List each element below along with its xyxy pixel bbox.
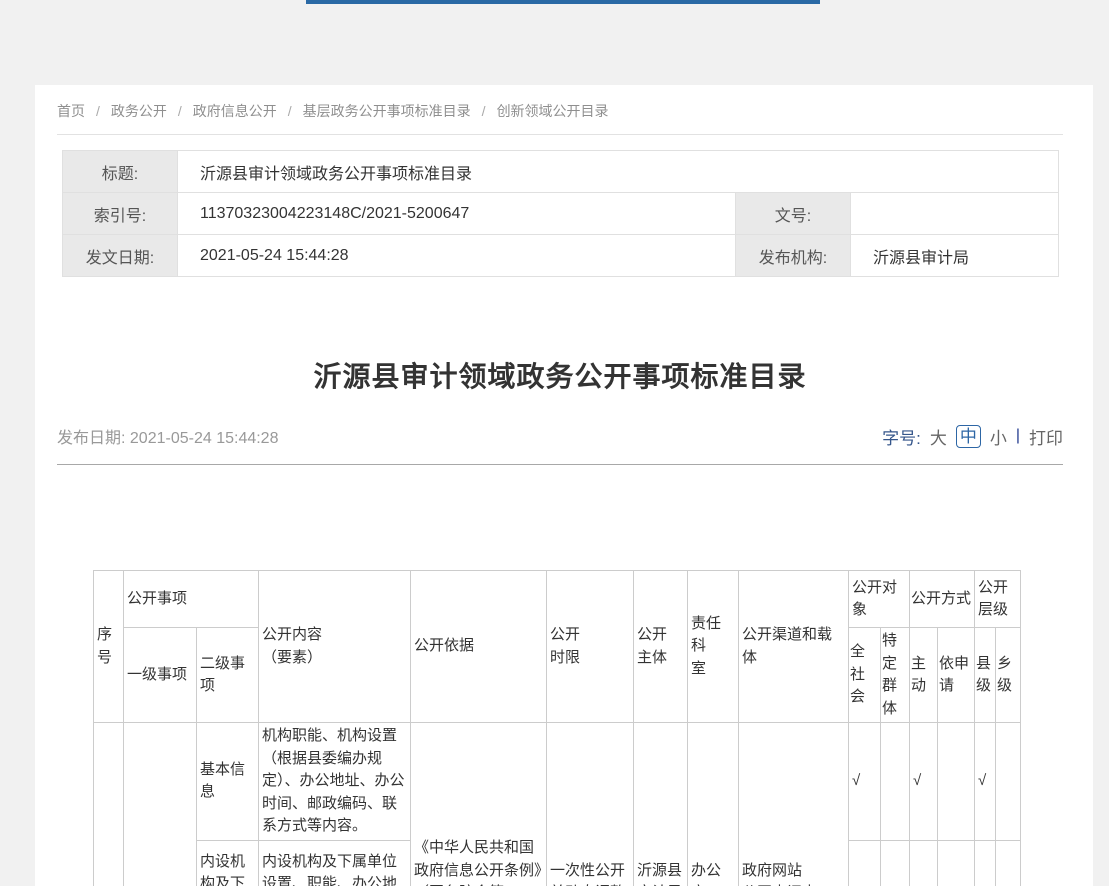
meta-index-value: 11370323004223148C/2021-5200647 xyxy=(178,193,736,235)
meta-row-index: 索引号: 11370323004223148C/2021-5200647 文号: xyxy=(63,193,1059,235)
cell-erji-shixiang: 内设机构及下属事业单位 xyxy=(197,840,259,886)
cell-gongkai-zhuti: 沂源县审计局 xyxy=(634,723,688,886)
breadcrumb-zhengwu-gongkai[interactable]: 政务公开 xyxy=(111,101,167,121)
header-zeren-keshi: 责任科 室 xyxy=(688,571,739,723)
cell-gongkai-yiju: 《中华人民共和国政府信息公开条例》（国务院令第711号） xyxy=(411,723,547,886)
breadcrumb-divider xyxy=(57,134,1063,135)
breadcrumb: 首页 / 政务公开 / 政府信息公开 / 基层政务公开事项标准目录 / 创新领域… xyxy=(57,101,1063,121)
header-gongkai-duixiang: 公开对象 xyxy=(849,571,910,628)
meta-docnum-label: 文号: xyxy=(736,193,851,235)
breadcrumb-zhengfu-xinxi-gongkai[interactable]: 政府信息公开 xyxy=(193,101,277,121)
checkmark-xiang-ji xyxy=(996,840,1021,886)
header-gongkai-shixiang: 公开事项 xyxy=(124,571,259,628)
checkmark-zhudong: √ xyxy=(910,840,938,886)
cell-gongkai-neirong: 机构职能、机构设置（根据县委编办规定）、办公地址、办公时间、邮政编码、联系方式等… xyxy=(259,723,411,841)
checkmark-xian-ji: √ xyxy=(975,840,996,886)
meta-docnum-value xyxy=(851,193,1059,235)
cell-gongkai-shixian: 一次性公开并动态调整 xyxy=(547,723,634,886)
publish-date-label: 发布日期: xyxy=(57,430,125,447)
breadcrumb-home[interactable]: 首页 xyxy=(57,101,85,121)
font-size-medium-button[interactable]: 中 xyxy=(956,425,981,448)
header-quan-shehui: 全社会 xyxy=(849,628,881,723)
header-gongkai-cengji: 公开层级 xyxy=(975,571,1021,628)
publish-toolbar: 发布日期: 2021-05-24 15:44:28 字号: 大 中 小 | 打印 xyxy=(57,425,1063,447)
header-gongkai-qudao: 公开渠道和载体 xyxy=(739,571,849,723)
header-gongkai-neirong: 公开内容 （要素） xyxy=(259,571,411,723)
breadcrumb-separator: / xyxy=(288,103,292,119)
header-gongkai-shixian: 公开 时限 xyxy=(547,571,634,723)
header-erji-shixiang: 二级事项 xyxy=(197,628,259,723)
meta-agency-value: 沂源县审计局 xyxy=(851,235,1059,277)
checkmark-teding-qunti xyxy=(881,840,910,886)
checkmark-teding-qunti xyxy=(881,723,910,841)
meta-date-value: 2021-05-24 15:44:28 xyxy=(178,235,736,277)
checkmark-zhudong: √ xyxy=(910,723,938,841)
cell-xuhao xyxy=(94,723,124,886)
meta-title-label: 标题: xyxy=(63,151,178,193)
header-gongkai-fangshi: 公开方式 xyxy=(910,571,975,628)
header-zhudong: 主动 xyxy=(910,628,938,723)
toolbar-separator: | xyxy=(1016,427,1020,445)
meta-title-value: 沂源县审计领域政务公开事项标准目录 xyxy=(178,151,1059,193)
header-yiji-shixiang: 一级事项 xyxy=(124,628,197,723)
header-xiang-ji: 乡级 xyxy=(996,628,1021,723)
breadcrumb-separator: / xyxy=(178,103,182,119)
checkmark-yi-shenqing xyxy=(938,723,975,841)
meta-row-title: 标题: 沂源县审计领域政务公开事项标准目录 xyxy=(63,151,1059,193)
catalog-table: 序号 公开事项 公开内容 （要素） 公开依据 公开 时限 公开 主体 责任科 室… xyxy=(93,570,1021,886)
catalog-header-row-1: 序号 公开事项 公开内容 （要素） 公开依据 公开 时限 公开 主体 责任科 室… xyxy=(94,571,1021,628)
meta-row-date: 发文日期: 2021-05-24 15:44:28 发布机构: 沂源县审计局 xyxy=(63,235,1059,277)
header-xuhao: 序号 xyxy=(94,571,124,723)
meta-index-label: 索引号: xyxy=(63,193,178,235)
header-teding-qunti: 特定群体 xyxy=(881,628,910,723)
font-size-small-button[interactable]: 小 xyxy=(990,424,1007,449)
cell-yiji-shixiang xyxy=(124,723,197,886)
content-card: 首页 / 政务公开 / 政府信息公开 / 基层政务公开事项标准目录 / 创新领域… xyxy=(35,85,1093,886)
cell-gongkai-qudao: 政府网站 公开查阅点 xyxy=(739,723,849,886)
document-meta-table: 标题: 沂源县审计领域政务公开事项标准目录 索引号: 1137032300422… xyxy=(62,150,1059,277)
cell-erji-shixiang: 基本信息 xyxy=(197,723,259,841)
publish-date: 发布日期: 2021-05-24 15:44:28 xyxy=(57,424,278,448)
header-gongkai-yiju: 公开依据 xyxy=(411,571,547,723)
font-size-label: 字号: xyxy=(882,424,921,449)
breadcrumb-chuangxin-lingyu[interactable]: 创新领域公开目录 xyxy=(497,101,609,121)
checkmark-xiang-ji xyxy=(996,723,1021,841)
checkmark-quan-shehui: √ xyxy=(849,723,881,841)
breadcrumb-separator: / xyxy=(482,103,486,119)
header-xian-ji: 县级 xyxy=(975,628,996,723)
cell-gongkai-neirong: 内设机构及下属单位设置、职能、办公地址、办公时间、联系方式、负责人姓名等内容。 xyxy=(259,840,411,886)
font-size-tools: 字号: 大 中 小 | 打印 xyxy=(882,424,1063,449)
header-gongkai-zhuti: 公开 主体 xyxy=(634,571,688,723)
top-nav-bar-fragment xyxy=(306,0,820,4)
print-button[interactable]: 打印 xyxy=(1029,424,1063,449)
checkmark-yi-shenqing xyxy=(938,840,975,886)
checkmark-xian-ji: √ xyxy=(975,723,996,841)
page-title: 沂源县审计领域政务公开事项标准目录 xyxy=(57,355,1063,395)
toolbar-divider xyxy=(57,464,1063,465)
checkmark-quan-shehui: √ xyxy=(849,840,881,886)
breadcrumb-jiceng-mulu[interactable]: 基层政务公开事项标准目录 xyxy=(303,101,471,121)
header-yi-shenqing: 依申请 xyxy=(938,628,975,723)
cell-zeren-keshi: 办公室 xyxy=(688,723,739,886)
breadcrumb-separator: / xyxy=(96,103,100,119)
publish-date-value: 2021-05-24 15:44:28 xyxy=(130,430,279,447)
table-row: 基本信息 机构职能、机构设置（根据县委编办规定）、办公地址、办公时间、邮政编码、… xyxy=(94,723,1021,841)
font-size-large-button[interactable]: 大 xyxy=(930,424,947,449)
meta-date-label: 发文日期: xyxy=(63,235,178,277)
meta-agency-label: 发布机构: xyxy=(736,235,851,277)
